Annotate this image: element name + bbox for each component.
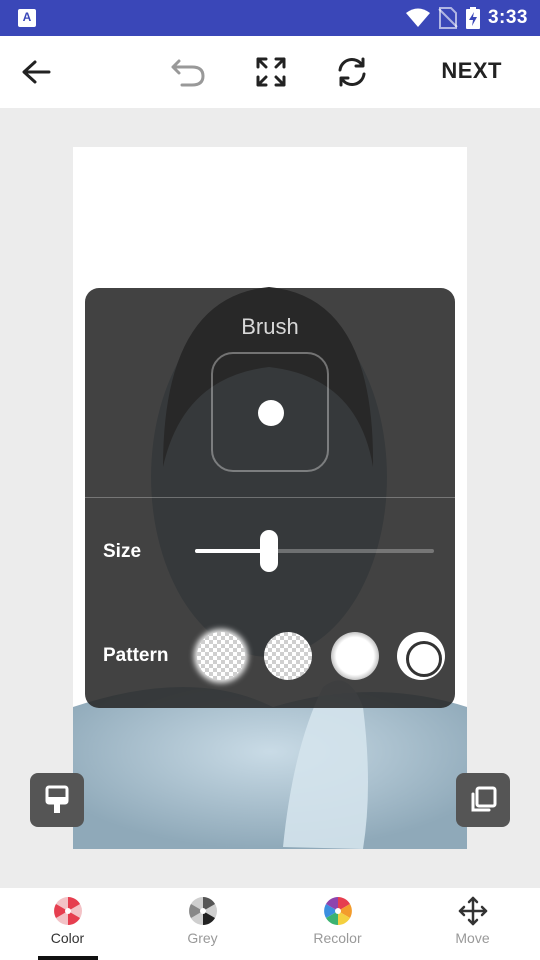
fullscreen-icon (256, 57, 286, 87)
size-label: Size (103, 541, 142, 562)
clock: 3:33 (487, 7, 528, 28)
pattern-glow[interactable] (331, 632, 379, 680)
brush-dot-preview (258, 400, 284, 426)
undo-button[interactable] (166, 50, 210, 94)
brush-preview (211, 352, 329, 472)
editor-canvas[interactable]: Brush Size Pattern (0, 108, 540, 888)
brush-icon (45, 785, 69, 813)
compare-button[interactable] (456, 773, 510, 827)
size-slider[interactable] (195, 530, 434, 572)
next-button[interactable]: NEXT (441, 58, 502, 84)
nav-recolor-label: Recolor (313, 930, 362, 946)
brush-settings-panel: Brush Size Pattern (85, 288, 455, 708)
no-sim-icon (438, 7, 458, 29)
back-button[interactable] (14, 50, 58, 94)
nav-move-label: Move (455, 930, 490, 946)
nav-recolor[interactable]: Recolor (270, 888, 405, 960)
top-toolbar: NEXT (0, 36, 540, 108)
status-bar: A 3:33 (0, 0, 540, 36)
brush-tool-button[interactable] (30, 773, 84, 827)
move-arrows-icon (458, 896, 487, 926)
refresh-icon (338, 57, 366, 87)
panel-title: Brush (241, 314, 299, 339)
nav-color[interactable]: Color (0, 888, 135, 960)
nav-move[interactable]: Move (405, 888, 540, 960)
reset-button[interactable] (330, 50, 374, 94)
active-tab-indicator (37, 956, 98, 960)
color-wheel-icon (53, 897, 82, 925)
size-slider-thumb[interactable] (260, 530, 279, 572)
nav-grey[interactable]: Grey (135, 888, 270, 960)
pattern-soft-checker[interactable] (197, 632, 245, 680)
pattern-ring[interactable] (397, 632, 445, 680)
layers-icon (471, 786, 497, 812)
wifi-icon (405, 8, 430, 27)
rainbow-wheel-icon (323, 897, 352, 925)
status-icons: 3:33 (405, 0, 528, 36)
grey-wheel-icon (188, 897, 217, 925)
divider (85, 497, 455, 498)
fit-screen-button[interactable] (249, 50, 293, 94)
arrow-left-icon (22, 60, 51, 84)
nav-grey-label: Grey (187, 930, 218, 946)
battery-charging-icon (465, 7, 480, 29)
bottom-nav: Color Grey Recolor Move (0, 888, 540, 960)
undo-icon (171, 59, 205, 87)
size-slider-fill (195, 549, 270, 553)
pattern-label: Pattern (103, 645, 169, 666)
nav-color-label: Color (50, 930, 85, 946)
pattern-checker[interactable] (264, 632, 312, 680)
app-notification-icon: A (18, 9, 36, 27)
